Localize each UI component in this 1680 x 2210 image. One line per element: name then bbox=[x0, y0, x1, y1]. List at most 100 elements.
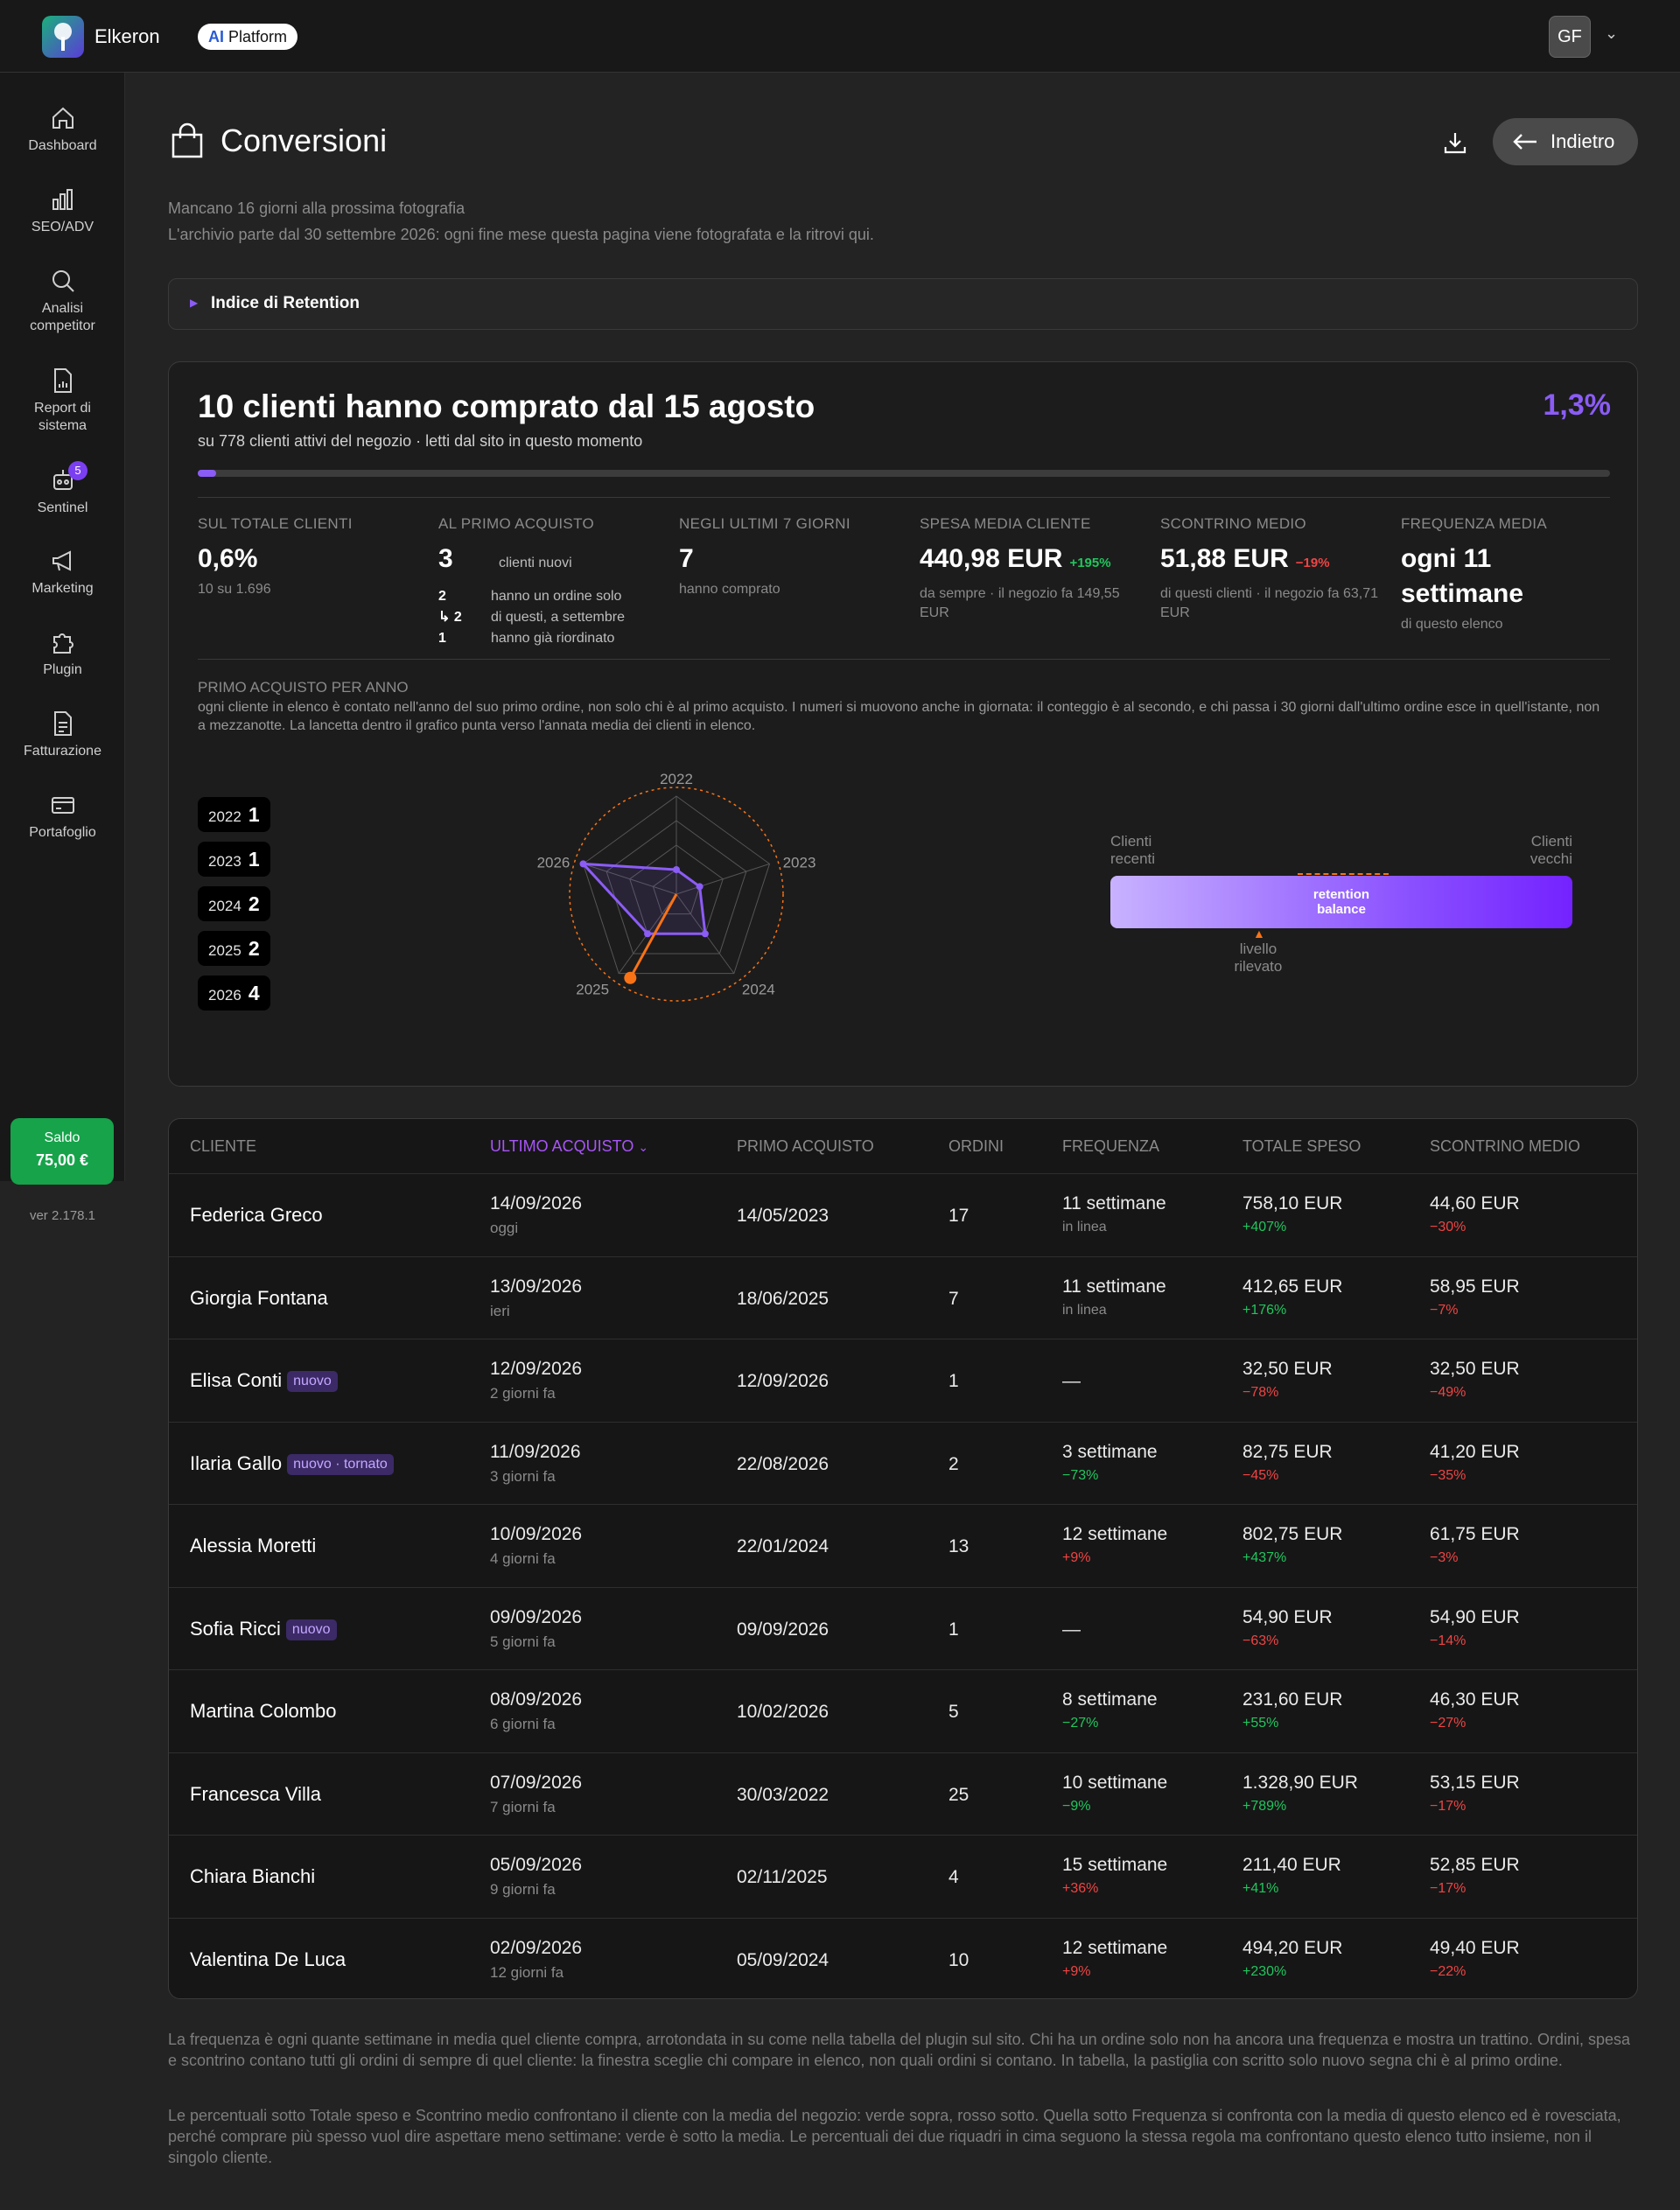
year-chip: 2023 1 bbox=[198, 842, 270, 877]
frequency-value: 8 settimane bbox=[1062, 1689, 1158, 1710]
avg-receipt-delta: −17% bbox=[1430, 1798, 1466, 1814]
stat-note: da sempre · il negozio fa 149,55 EUR bbox=[920, 586, 1120, 620]
frequency-value: 15 settimane bbox=[1062, 1855, 1168, 1875]
sidebar-item-report[interactable]: Report di sistema bbox=[0, 367, 125, 435]
brand-name[interactable]: Elkeron bbox=[94, 25, 160, 48]
col-header-scontrino-medio[interactable]: SCONTRINO MEDIO bbox=[1430, 1119, 1580, 1173]
customer-name: Giorgia Fontana bbox=[190, 1286, 328, 1309]
avg-receipt-cell: 41,20 EUR −35% bbox=[1430, 1442, 1520, 1484]
table-row[interactable]: Martina Colombo 08/09/2026 6 giorni fa 10/0… bbox=[169, 1669, 1637, 1752]
total-spent-delta: +41% bbox=[1242, 1881, 1279, 1896]
avg-receipt-value: 54,90 EUR bbox=[1430, 1606, 1520, 1627]
first-purchase-date: 12/09/2026 bbox=[737, 1371, 830, 1391]
col-header-ultimo-acquisto[interactable]: ULTIMO ACQUISTO ⌄ bbox=[490, 1119, 648, 1173]
total-spent-value: 802,75 EUR bbox=[1242, 1524, 1343, 1544]
sidebar-item-seo-adv[interactable]: SEO/ADV bbox=[0, 185, 125, 236]
table-row[interactable]: Federica Greco 14/09/2026 oggi 14/05/2023 17… bbox=[169, 1173, 1637, 1255]
sidebar-item-dashboard[interactable]: Dashboard bbox=[0, 104, 125, 155]
year-count: 1 bbox=[248, 848, 260, 871]
last-purchase-ago: 9 giorni fa bbox=[490, 1881, 556, 1898]
ai-platform-pill[interactable]: AI Platform bbox=[198, 24, 298, 50]
breakdown-count: ↳ 2 bbox=[438, 610, 462, 625]
year-label: 2026 bbox=[208, 987, 242, 1004]
sidebar-item-label: Marketing bbox=[32, 581, 94, 596]
avg-receipt-delta: −30% bbox=[1430, 1220, 1466, 1234]
first-purchase-radar-chart: 2022 2023 2024 2025 2026 bbox=[537, 771, 816, 1002]
year-label: 2022 bbox=[208, 808, 242, 825]
puzzle-icon bbox=[52, 633, 74, 654]
sidebar-item-plugin[interactable]: Plugin bbox=[0, 628, 125, 679]
stat-value: ogni 11 settimane bbox=[1401, 544, 1524, 608]
stat-label: SPESA MEDIA CLIENTE bbox=[920, 515, 1091, 532]
frequency-cell: 15 settimane +36% bbox=[1062, 1855, 1167, 1897]
tree-logo-icon[interactable] bbox=[42, 16, 84, 58]
col-header-ordini[interactable]: ORDINI bbox=[948, 1119, 1004, 1173]
total-spent-value: 1.328,90 EUR bbox=[1242, 1772, 1358, 1793]
sidebar-item-analisi-competitor[interactable]: Analisi competitor bbox=[0, 267, 125, 335]
total-spent-cell: 758,10 EUR +407% bbox=[1242, 1193, 1342, 1235]
shopping-bag-icon bbox=[172, 122, 203, 158]
col-header-totale-speso[interactable]: TOTALE SPESO bbox=[1242, 1119, 1361, 1173]
stat-note: di questo elenco bbox=[1401, 617, 1503, 632]
stat-value-wrap: 51,88 EUR −19% bbox=[1160, 542, 1388, 581]
total-spent-value: 54,90 EUR bbox=[1242, 1606, 1333, 1627]
notification-badge: 5 bbox=[68, 461, 88, 480]
divider bbox=[198, 659, 1610, 660]
balance-bar-label: retention balance bbox=[1312, 887, 1370, 917]
table-row[interactable]: Valentina De Luca 02/09/2026 12 giorni fa 0… bbox=[169, 1917, 1637, 1999]
frequency-value: — bbox=[1062, 1619, 1081, 1640]
frequency-cell: 3 settimane −73% bbox=[1062, 1442, 1158, 1484]
last-purchase-date: 05/09/2026 bbox=[490, 1855, 583, 1875]
avg-receipt-cell: 44,60 EUR −30% bbox=[1430, 1193, 1520, 1235]
col-header-primo-acquisto[interactable]: PRIMO ACQUISTO bbox=[737, 1119, 874, 1173]
avg-receipt-value: 61,75 EUR bbox=[1430, 1524, 1520, 1544]
table-row[interactable]: Elisa Conti nuovo 12/09/2026 2 giorni fa 12/… bbox=[169, 1339, 1637, 1421]
sidebar-item-marketing[interactable]: Marketing bbox=[0, 547, 125, 598]
breakdown-row: ↳ 2 di questi, a settembre bbox=[438, 607, 666, 628]
caret-right-icon: ▶ bbox=[190, 297, 199, 309]
retention-index-toggle[interactable]: ▶ Indice di Retention bbox=[168, 278, 1638, 330]
table-row[interactable]: Alessia Moretti 10/09/2026 4 giorni fa 22/0… bbox=[169, 1504, 1637, 1586]
download-icon[interactable] bbox=[1442, 129, 1468, 156]
stat-scontrino-medio: SCONTRINO MEDIO 51,88 EUR −19% di questi … bbox=[1160, 515, 1388, 623]
avg-receipt-value: 58,95 EUR bbox=[1430, 1276, 1520, 1297]
back-button[interactable]: Indietro bbox=[1493, 118, 1638, 165]
sidebar-item-sentinel[interactable]: 5 Sentinel bbox=[0, 461, 125, 517]
total-spent-delta: −45% bbox=[1242, 1467, 1279, 1483]
total-spent-cell: 32,50 EUR −78% bbox=[1242, 1359, 1333, 1401]
orders-count: 4 bbox=[948, 1867, 959, 1887]
breakdown-count: 2 bbox=[438, 589, 446, 604]
last-purchase-cell: 13/09/2026 ieri bbox=[490, 1276, 582, 1320]
col-header-frequenza[interactable]: FREQUENZA bbox=[1062, 1119, 1159, 1173]
table-row[interactable]: Ilaria Gallo nuovo · tornato 11/09/2026 3 g… bbox=[169, 1421, 1637, 1504]
table-row[interactable]: Sofia Ricci nuovo 09/09/2026 5 giorni fa 09/… bbox=[169, 1586, 1637, 1669]
stat-spesa-media: SPESA MEDIA CLIENTE 440,98 EUR +195% da s… bbox=[920, 515, 1147, 623]
saldo-button[interactable]: Saldo 75,00 € bbox=[10, 1118, 114, 1185]
user-avatar[interactable]: GF bbox=[1549, 16, 1591, 58]
avg-receipt-delta: −7% bbox=[1430, 1302, 1459, 1318]
frequency-delta: in linea bbox=[1062, 1302, 1107, 1318]
total-spent-cell: 82,75 EUR −45% bbox=[1242, 1442, 1333, 1484]
frequency-cell: 8 settimane −27% bbox=[1062, 1689, 1158, 1731]
stat-label: AL PRIMO ACQUISTO bbox=[438, 515, 594, 532]
search-icon bbox=[52, 270, 74, 292]
customer-name: Chiara Bianchi bbox=[190, 1865, 316, 1887]
sidebar-item-portafoglio[interactable]: Portafoglio bbox=[0, 791, 125, 842]
col-header-cliente[interactable]: CLIENTE bbox=[190, 1119, 256, 1173]
sidebar-item-fatturazione[interactable]: Fatturazione bbox=[0, 710, 125, 760]
year-chip: 2022 1 bbox=[198, 797, 270, 832]
avg-receipt-cell: 61,75 EUR −3% bbox=[1430, 1524, 1520, 1566]
table-row[interactable]: Francesca Villa 07/09/2026 7 giorni fa 30/0… bbox=[169, 1752, 1637, 1835]
table-row[interactable]: Giorgia Fontana 13/09/2026 ieri 18/06/2025 7… bbox=[169, 1255, 1637, 1339]
stat-note: di questi clienti · il negozio fa 63,71 … bbox=[1160, 586, 1379, 620]
total-spent-value: 758,10 EUR bbox=[1242, 1193, 1343, 1213]
stat-ultimi-7-giorni: NEGLI ULTIMI 7 GIORNI 7 hanno comprato bbox=[679, 515, 906, 599]
last-purchase-date: 10/09/2026 bbox=[490, 1524, 583, 1544]
avg-receipt-value: 52,85 EUR bbox=[1430, 1855, 1520, 1875]
radar-axis-label: 2024 bbox=[742, 982, 775, 998]
avg-receipt-delta: −17% bbox=[1430, 1881, 1466, 1896]
table-row[interactable]: Chiara Bianchi 05/09/2026 9 giorni fa 02/11… bbox=[169, 1835, 1637, 1917]
chevron-down-icon[interactable]: ⌄ bbox=[1605, 24, 1618, 43]
customer-name-cell: Valentina De Luca bbox=[190, 1948, 346, 1971]
radar-axis-label: 2022 bbox=[660, 771, 693, 787]
